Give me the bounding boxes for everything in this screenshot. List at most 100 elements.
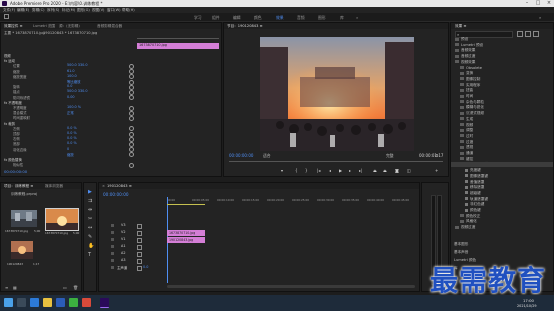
track-lock-icon[interactable] (111, 223, 114, 227)
ec-prop-value[interactable]: 0.0 % (67, 131, 77, 135)
essential-sound-tab[interactable]: 基本声音 (454, 250, 468, 255)
effects-tree-item[interactable]: 音频过渡 (455, 54, 475, 59)
ec-prop-value[interactable]: 100.0 % (67, 105, 81, 109)
pen-tool-icon[interactable]: ✎ (88, 234, 92, 240)
workspace-tab-effects[interactable]: 效果 (276, 15, 284, 21)
clip-v2[interactable]: 1673870710.jpg (167, 230, 205, 236)
effects-tree-item[interactable]: 透视 (460, 145, 473, 150)
tab-source[interactable]: 源：(无剪辑) (59, 24, 80, 29)
windows-start-icon[interactable] (4, 298, 13, 307)
reset-icon[interactable] (129, 131, 134, 137)
track-mute-icon[interactable] (137, 251, 142, 257)
reset-icon[interactable] (129, 79, 134, 85)
word-icon[interactable] (56, 298, 65, 307)
effects-tree-item[interactable]: 时间 (460, 94, 473, 99)
fit-dropdown[interactable]: 适合 (263, 153, 271, 159)
minimize-button[interactable]: – (522, 0, 532, 7)
track-label-v2[interactable]: V2 (121, 230, 125, 234)
selection-tool-icon[interactable]: ▶ (88, 189, 92, 195)
track-select-tool-icon[interactable]: ⇉ (88, 198, 92, 204)
effects-tree-item[interactable]: 预设 (455, 37, 468, 42)
effects-tree-item[interactable]: 超级键 (465, 191, 481, 196)
clip-v1[interactable]: 190120843.jpg (167, 237, 205, 243)
new-bin-icon[interactable]: ▭ (63, 285, 67, 290)
play-icon[interactable]: ▶ (339, 168, 342, 173)
tab-project[interactable]: 项目：训练教程 ≡ (4, 184, 33, 189)
project-thumb-2[interactable] (45, 208, 79, 231)
effects-tree-item[interactable]: 图像遮罩键 (465, 174, 488, 179)
work-area-bar[interactable] (167, 204, 205, 205)
effects-tree-item[interactable]: 实用程序 (460, 83, 480, 88)
effects-tree-item[interactable]: Lumetri 预设 (455, 43, 483, 48)
ec-prop-value[interactable]: 500.0 330.0 (67, 63, 88, 67)
program-scrubber[interactable] (229, 161, 443, 162)
mark-in-icon[interactable]: { (295, 168, 298, 173)
workspace-tab-graphics[interactable]: 图形 (318, 15, 326, 21)
lift-icon[interactable]: ⏏ (373, 168, 377, 173)
effects-tree-item[interactable]: 视频过渡 (455, 225, 475, 230)
track-eye-icon[interactable] (137, 230, 142, 236)
effects-tree-item[interactable]: 视频 (460, 123, 473, 128)
effects-tree-item[interactable]: 通道 (460, 151, 473, 156)
track-mute-icon[interactable] (137, 244, 142, 250)
chrome-icon[interactable] (82, 298, 91, 307)
go-to-in-icon[interactable]: |◂ (317, 168, 320, 173)
effects-tree-item[interactable]: Obsolete (460, 66, 482, 71)
effects-tree-item[interactable]: 颜色校正 (460, 214, 480, 219)
effects-tree-item[interactable]: 图像控制 (460, 77, 480, 82)
reset-icon[interactable] (129, 95, 134, 101)
track-lock-icon[interactable] (111, 251, 114, 255)
effects-tree-item[interactable]: 移除遮罩 (465, 185, 484, 190)
workspace-tab-color[interactable]: 颜色 (254, 15, 262, 21)
add-button-icon[interactable]: + (435, 168, 438, 173)
effects-tree-item[interactable]: 视频效果 (455, 60, 475, 65)
step-back-icon[interactable]: ◂ (329, 168, 331, 173)
track-lock-icon[interactable] (111, 258, 114, 262)
workspace-tab-assembly[interactable]: 组件 (212, 15, 220, 21)
wechat-icon[interactable] (69, 298, 78, 307)
essential-graphics-tab[interactable]: 基本图形 (454, 242, 468, 247)
home-icon[interactable] (4, 14, 9, 19)
razor-tool-icon[interactable]: ✂ (88, 216, 92, 222)
yuv-effects-icon[interactable] (533, 31, 539, 37)
chevron-right-icon[interactable]: » (356, 15, 358, 20)
explorer-icon[interactable] (43, 298, 52, 307)
ripple-edit-tool-icon[interactable]: ⇹ (88, 207, 92, 213)
reset-icon[interactable] (129, 74, 134, 80)
close-button[interactable]: × (544, 0, 554, 7)
effects-tree-item[interactable]: 键控 (460, 157, 473, 162)
project-thumb-3[interactable] (11, 241, 33, 259)
master-volume-value[interactable]: 0.0 (143, 265, 148, 269)
type-tool-icon[interactable]: T (88, 252, 91, 258)
maximize-button[interactable]: □ (533, 0, 543, 7)
premiere-taskbar-icon[interactable] (100, 298, 109, 308)
slip-tool-icon[interactable]: ↔ (88, 225, 92, 231)
track-lock-icon[interactable] (111, 237, 114, 241)
reset-icon[interactable] (129, 105, 134, 111)
ec-prop-value[interactable]: 100.0 (67, 74, 77, 78)
tab-audio-clip-mixer[interactable]: 音频剪辑混合器 (97, 24, 122, 29)
step-forward-icon[interactable]: ▸ (349, 168, 351, 173)
ec-prop-value[interactable]: 缩放 (67, 152, 74, 157)
close-tab-icon[interactable]: × (102, 184, 105, 188)
32bit-effects-icon[interactable] (525, 31, 531, 37)
source-selector[interactable]: 主要 * 1673870710.jpg (4, 31, 45, 36)
reset-icon[interactable] (129, 110, 134, 116)
tab-media-browser[interactable]: 媒体浏览器 (45, 184, 63, 189)
settings-wrench-icon[interactable]: ⚙ (435, 153, 439, 158)
track-eye-icon[interactable] (137, 237, 142, 243)
effects-tree-item[interactable]: 颜色键 (465, 208, 481, 213)
tab-effects[interactable]: 效果 ≡ (455, 24, 466, 29)
track-label-a1[interactable]: A1 (121, 244, 125, 248)
effects-tree-item[interactable]: 差值遮罩 (465, 180, 484, 185)
extract-icon[interactable]: ⏏ (383, 168, 387, 173)
ec-prop-value[interactable]: 61.0 (67, 69, 75, 73)
program-timecode-current[interactable]: 00:00:00:00 (229, 153, 253, 158)
mark-out-icon[interactable]: } (305, 168, 308, 173)
effects-tree-item[interactable]: 变换 (460, 71, 473, 76)
reset-icon[interactable] (129, 136, 134, 142)
effects-tree-item[interactable]: 轨道遮罩键 (465, 197, 488, 202)
effects-tree-item[interactable]: 非红色键 (465, 202, 484, 207)
track-label-主声道[interactable]: 主声道 (117, 265, 127, 270)
tab-sequence[interactable]: 190120843 ≡ (107, 184, 132, 188)
